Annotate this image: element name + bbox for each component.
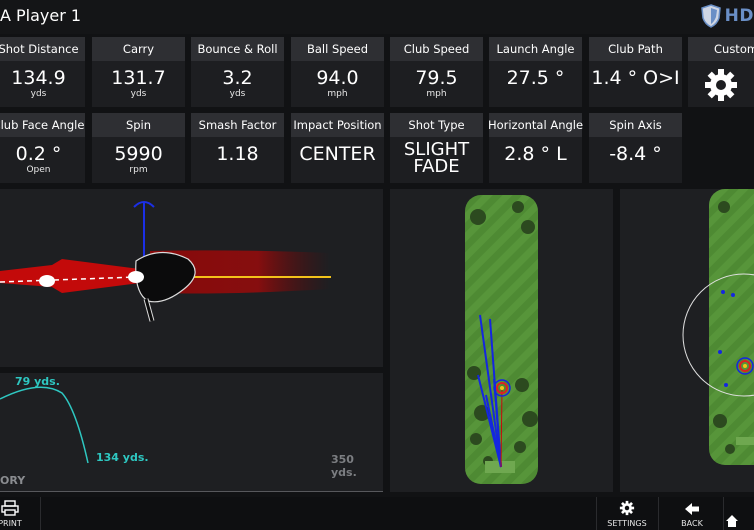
gear-icon (619, 500, 635, 516)
tile-label: Ball Speed (291, 37, 384, 61)
tile-value: CENTER (299, 143, 376, 165)
brand-text: HD (724, 6, 754, 26)
club-head (135, 251, 196, 303)
tile-shot-type[interactable]: Shot Type SLIGHT FADE (390, 113, 483, 183)
ball-direction-arrow (0, 259, 140, 293)
tile-label: Smash Factor (191, 113, 284, 137)
impact-diagram (0, 201, 331, 322)
tile-value: 5990 (114, 143, 163, 165)
tile-value: 3.2 (222, 67, 253, 89)
settings-button[interactable]: SETTINGS (597, 497, 657, 530)
range-max-label: 350 yds. (331, 453, 357, 479)
tile-shot-distance[interactable]: Shot Distance 134.9 yds (0, 37, 85, 107)
back-label: BACK (681, 519, 703, 528)
peak-height-label: 79 yds. (15, 375, 60, 388)
tile-horizontal-angle[interactable]: Horizontal Angle 2.8 ° L (488, 113, 583, 183)
impact-point (128, 271, 144, 283)
tile-value: 134.9 (11, 67, 66, 89)
tile-value: 0.2 ° (15, 143, 62, 165)
shield-logo-icon (700, 4, 721, 28)
customize-gear[interactable] (688, 67, 754, 103)
tile-unit: Open (26, 165, 51, 175)
tile-label: Customize (688, 37, 754, 61)
tile-value: 27.5 ° (506, 67, 565, 89)
tile-spin-axis[interactable]: Spin Axis -8.4 ° (589, 113, 682, 183)
tile-value: 131.7 (111, 67, 166, 89)
trajectory-panel: 79 yds. 134 yds. 350 yds. ORY (0, 373, 383, 492)
tile-impact-position[interactable]: Impact Position CENTER (291, 113, 384, 183)
tile-label: Launch Angle (489, 37, 582, 61)
target-marker (493, 379, 511, 397)
tile-label: Shot Type (390, 113, 483, 137)
fairway-map (465, 195, 538, 484)
tile-label: Spin Axis (589, 113, 682, 137)
zoom-view-panel (620, 189, 754, 492)
tile-customize[interactable]: Customize (688, 37, 754, 107)
tile-value: 1.4 ° O>I (591, 67, 680, 89)
back-arrow-icon (685, 503, 699, 515)
hole-overview-panel (390, 189, 613, 492)
home-button[interactable] (725, 497, 754, 530)
tile-unit: yds (30, 89, 47, 99)
tile-club-path[interactable]: Club Path 1.4 ° O>I (589, 37, 682, 107)
brand-logo: HD (700, 3, 754, 29)
printer-icon (1, 500, 19, 516)
bottom-toolbar: PRINT SETTINGS BACK (0, 497, 754, 530)
tile-smash-factor[interactable]: Smash Factor 1.18 (191, 113, 284, 183)
back-button[interactable]: BACK (662, 497, 722, 530)
tile-label: Club Path (589, 37, 682, 61)
tile-club-face-angle[interactable]: Club Face Angle 0.2 ° Open (0, 113, 85, 183)
tile-unit: rpm (129, 165, 148, 175)
trajectory-curve (0, 386, 383, 492)
impact-view-panel (0, 189, 383, 367)
carry-distance-label: 134 yds. (96, 451, 149, 464)
tile-club-speed[interactable]: Club Speed 79.5 mph (390, 37, 483, 107)
ball-position (39, 275, 55, 287)
trajectory-title: ORY (0, 474, 26, 487)
tile-launch-angle[interactable]: Launch Angle 27.5 ° (489, 37, 582, 107)
tile-bounce-roll[interactable]: Bounce & Roll 3.2 yds (191, 37, 284, 107)
tile-label: Club Face Angle (0, 113, 85, 137)
tile-label: Carry (92, 37, 185, 61)
tile-spin[interactable]: Spin 5990 rpm (92, 113, 185, 183)
tile-label: Club Speed (390, 37, 483, 61)
home-icon (726, 515, 738, 527)
tile-label: Horizontal Angle (488, 113, 583, 137)
tile-unit: yds (229, 89, 246, 99)
tile-label: Impact Position (291, 113, 384, 137)
settings-label: SETTINGS (607, 519, 647, 528)
tile-value: 2.8 ° L (504, 143, 567, 165)
tile-label: Shot Distance (0, 37, 85, 61)
tile-label: Spin (92, 113, 185, 137)
tile-ball-speed[interactable]: Ball Speed 94.0 mph (291, 37, 384, 107)
tile-unit: mph (426, 89, 447, 99)
tile-value: 79.5 (415, 67, 458, 89)
tile-value: 94.0 (316, 67, 359, 89)
gear-icon (705, 69, 737, 101)
player-title: A Player 1 (0, 6, 82, 25)
tile-unit: mph (327, 89, 348, 99)
tile-carry[interactable]: Carry 131.7 yds (92, 37, 185, 107)
print-label: PRINT (0, 519, 22, 528)
tile-value: -8.4 ° (609, 143, 662, 165)
print-button[interactable]: PRINT (0, 497, 40, 530)
tile-unit: yds (130, 89, 147, 99)
tile-value: SLIGHT FADE (403, 139, 470, 177)
tile-label: Bounce & Roll (191, 37, 284, 61)
zoom-map (682, 189, 754, 465)
top-bar: A Player 1 HD (0, 0, 754, 34)
tile-value: 1.18 (216, 143, 259, 165)
